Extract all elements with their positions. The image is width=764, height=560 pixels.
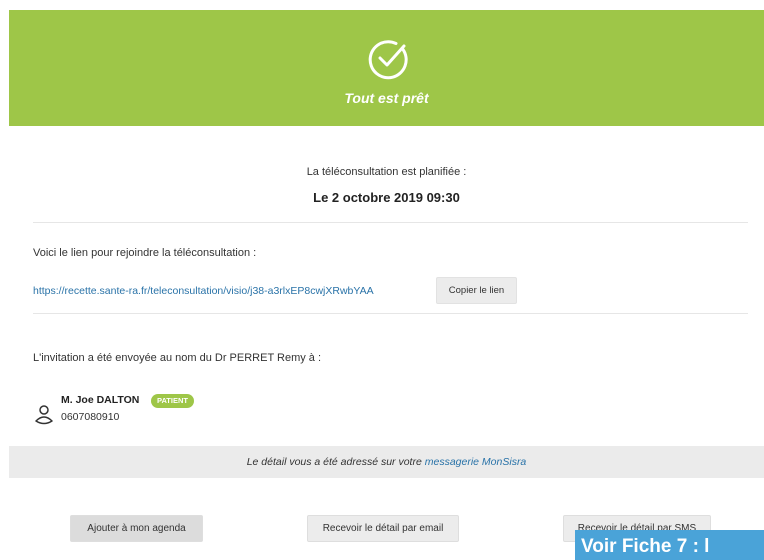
teleconsultation-link[interactable]: https://recette.sante-ra.fr/teleconsulta… — [33, 285, 374, 297]
success-header: Tout est prêt — [9, 10, 764, 126]
monsisra-link[interactable]: messagerie MonSisra — [425, 456, 527, 468]
info-text: Le détail vous a été adressé sur votre — [246, 456, 425, 468]
add-to-agenda-button[interactable]: Ajouter à mon agenda — [70, 515, 203, 542]
patient-phone: 0607080910 — [61, 411, 120, 423]
schedule-date: Le 2 octobre 2019 09:30 — [313, 190, 460, 205]
info-bar: Le détail vous a été adressé sur votre m… — [9, 446, 764, 478]
patient-name: M. Joe DALTON — [61, 394, 140, 406]
divider — [33, 313, 748, 314]
divider — [33, 222, 748, 223]
receive-email-button[interactable]: Recevoir le détail par email — [307, 515, 459, 542]
patient-badge: PATIENT — [151, 394, 194, 408]
invitation-label: L'invitation a été envoyée au nom du Dr … — [33, 352, 322, 364]
user-icon — [35, 405, 53, 425]
schedule-label: La téléconsultation est planifiée : — [306, 166, 467, 178]
link-label: Voici le lien pour rejoindre la télécons… — [33, 247, 257, 259]
header-title: Tout est prêt — [344, 90, 429, 106]
overlay-caption: Voir Fiche 7 : l — [575, 530, 764, 560]
copy-link-button[interactable]: Copier le lien — [436, 277, 517, 304]
check-circle-icon — [368, 40, 408, 80]
confirmation-dialog: Tout est prêt La téléconsultation est pl… — [9, 10, 764, 560]
